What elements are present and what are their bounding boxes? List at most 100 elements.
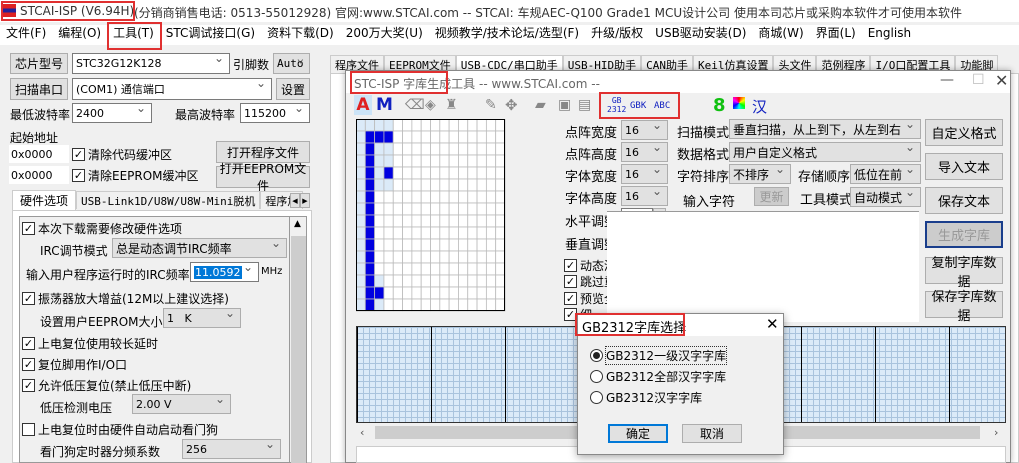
pixel-cell[interactable] bbox=[448, 262, 459, 276]
pixel-cell[interactable] bbox=[448, 190, 459, 204]
dialog-close-icon[interactable]: ✕ bbox=[766, 315, 779, 333]
pixel-cell[interactable] bbox=[430, 190, 441, 204]
pixel-cell[interactable] bbox=[467, 178, 478, 192]
pixel-cell[interactable] bbox=[411, 298, 422, 312]
pixel-cell[interactable] bbox=[364, 298, 376, 312]
save-icon[interactable]: ▣ bbox=[558, 97, 571, 113]
pixel-cell[interactable] bbox=[485, 274, 497, 288]
pixel-cell[interactable] bbox=[476, 286, 487, 300]
pixel-cell[interactable] bbox=[364, 178, 376, 192]
pixel-cell[interactable] bbox=[383, 154, 394, 168]
pixel-cell[interactable] bbox=[383, 286, 394, 300]
field-select[interactable]: 16 bbox=[621, 186, 668, 206]
pixel-cell[interactable] bbox=[495, 178, 506, 192]
pixel-cell[interactable] bbox=[458, 262, 469, 276]
pixel-cell[interactable] bbox=[374, 178, 385, 192]
pixel-cell[interactable] bbox=[458, 250, 469, 264]
pixel-cell[interactable] bbox=[448, 130, 459, 144]
clear-code-checkbox[interactable]: ✓ 清除代码缓冲区 bbox=[72, 146, 172, 163]
pixel-cell[interactable] bbox=[476, 178, 487, 192]
pixel-cell[interactable] bbox=[448, 119, 459, 132]
tool-mode-select[interactable]: 自动模式 bbox=[850, 187, 921, 207]
pixel-cell[interactable] bbox=[411, 202, 422, 216]
pixel-cell[interactable] bbox=[420, 214, 431, 228]
pixel-cell[interactable] bbox=[374, 142, 385, 156]
pixel-cell[interactable] bbox=[364, 119, 376, 132]
pixel-cell[interactable] bbox=[448, 286, 459, 300]
pixel-cell[interactable] bbox=[402, 214, 413, 228]
pixel-cell[interactable] bbox=[364, 238, 376, 252]
pins-select[interactable]: Auto bbox=[273, 53, 310, 74]
pixel-cell[interactable] bbox=[495, 154, 506, 168]
pixel-cell[interactable] bbox=[439, 166, 450, 180]
pixel-cell[interactable] bbox=[430, 119, 441, 132]
menu-item[interactable]: 界面(L) bbox=[816, 26, 856, 40]
pixel-cell[interactable] bbox=[364, 226, 376, 240]
gb2312-option-radio[interactable]: GB2312汉字字库 bbox=[590, 389, 702, 406]
pixel-cell[interactable] bbox=[383, 250, 394, 264]
pixel-cell[interactable] bbox=[467, 226, 478, 240]
chip-model-button[interactable]: 芯片型号 bbox=[10, 53, 68, 74]
pixel-cell[interactable] bbox=[392, 274, 403, 288]
pixel-cell[interactable] bbox=[467, 190, 478, 204]
close-icon[interactable]: ✕ bbox=[995, 71, 1008, 90]
pixel-cell[interactable] bbox=[495, 298, 506, 312]
pixel-cell[interactable] bbox=[467, 298, 478, 312]
pixel-cell[interactable] bbox=[476, 130, 487, 144]
menu-item[interactable]: 视频教学/技术论坛/选型(F) bbox=[435, 26, 579, 40]
menu-item[interactable]: 文件(F) bbox=[6, 26, 46, 40]
pixel-cell[interactable] bbox=[356, 142, 366, 156]
pixel-cell[interactable] bbox=[476, 298, 487, 312]
pixel-cell[interactable] bbox=[439, 250, 450, 264]
pixel-cell[interactable] bbox=[411, 262, 422, 276]
pixel-cell[interactable] bbox=[383, 119, 394, 132]
pixel-cell[interactable] bbox=[411, 142, 422, 156]
pixel-cell[interactable] bbox=[364, 202, 376, 216]
pixel-cell[interactable] bbox=[364, 142, 376, 156]
open-folder-icon[interactable]: ▰ bbox=[535, 97, 546, 113]
pixel-cell[interactable] bbox=[402, 238, 413, 252]
pixel-cell[interactable] bbox=[392, 238, 403, 252]
pixel-cell[interactable] bbox=[448, 274, 459, 288]
pixel-cell[interactable] bbox=[420, 250, 431, 264]
pixel-cell[interactable] bbox=[430, 298, 441, 312]
pixel-cell[interactable] bbox=[476, 274, 487, 288]
pixel-cell[interactable] bbox=[383, 214, 394, 228]
menu-item[interactable]: 工具(T) bbox=[113, 26, 154, 40]
pixel-cell[interactable] bbox=[458, 166, 469, 180]
menu-item[interactable]: English bbox=[868, 26, 911, 40]
pixel-cell[interactable] bbox=[439, 178, 450, 192]
pixel-cell[interactable] bbox=[374, 214, 385, 228]
pixel-cell[interactable] bbox=[430, 274, 441, 288]
pixel-cell[interactable] bbox=[439, 119, 450, 132]
pixel-cell[interactable] bbox=[458, 142, 469, 156]
pixel-cell[interactable] bbox=[485, 214, 497, 228]
pixel-cell[interactable] bbox=[439, 130, 450, 144]
pixel-cell[interactable] bbox=[402, 286, 413, 300]
menu-item[interactable]: 编程(O) bbox=[58, 26, 101, 40]
tab-hardware[interactable]: 硬件选项 bbox=[12, 190, 77, 210]
pixel-cell[interactable] bbox=[448, 298, 459, 312]
cancel-button[interactable]: 取消 bbox=[682, 424, 742, 443]
pixel-cell[interactable] bbox=[458, 190, 469, 204]
pixel-cell[interactable] bbox=[374, 154, 385, 168]
pixel-cell[interactable] bbox=[402, 202, 413, 216]
pixel-cell[interactable] bbox=[439, 154, 450, 168]
pixel-cell[interactable] bbox=[476, 190, 487, 204]
pixel-cell[interactable] bbox=[485, 226, 497, 240]
pixel-cell[interactable] bbox=[476, 154, 487, 168]
font-tool-button[interactable]: 保存文本 bbox=[925, 187, 1003, 214]
pixel-cell[interactable] bbox=[420, 238, 431, 252]
pixel-cell[interactable] bbox=[458, 119, 469, 132]
pixel-cell[interactable] bbox=[364, 130, 376, 144]
pixel-cell[interactable] bbox=[448, 250, 459, 264]
eeprom-size-select[interactable]: 1 K bbox=[163, 308, 241, 328]
pixel-cell[interactable] bbox=[420, 298, 431, 312]
maximize-icon[interactable]: ☐ bbox=[972, 72, 985, 88]
pixel-cell[interactable] bbox=[383, 274, 394, 288]
pixel-cell[interactable] bbox=[476, 214, 487, 228]
pixel-cell[interactable] bbox=[411, 119, 422, 132]
menu-item[interactable]: STC调试接口(G) bbox=[166, 26, 255, 40]
pixel-cell[interactable] bbox=[495, 202, 506, 216]
pixel-cell[interactable] bbox=[485, 286, 497, 300]
